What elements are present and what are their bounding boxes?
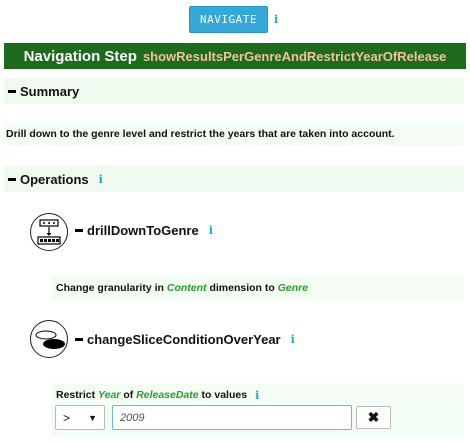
dimension-name: ReleaseDate: [136, 389, 199, 401]
remove-value-button[interactable]: ✖: [356, 406, 391, 429]
desc-text: to values: [198, 389, 248, 401]
navigate-button[interactable]: NAVIGATE: [189, 6, 268, 33]
value-input-text: 2009: [120, 411, 145, 424]
step-name: showResultsPerGenreAndRestrictYearOfRele…: [142, 48, 447, 64]
level-name: Genre: [277, 282, 309, 294]
operations-label: Operations: [20, 171, 89, 187]
desc-text: dimension to: [206, 282, 278, 294]
operation-name: drillDownToGenre: [87, 223, 199, 238]
level-name: Year: [98, 389, 121, 401]
summary-text: Drill down to the genre level and restri…: [4, 122, 464, 146]
operation-drill-down-header[interactable]: drillDownToGenre i: [75, 223, 213, 238]
operator-select[interactable]: > ▼: [55, 405, 105, 430]
info-icon[interactable]: i: [274, 13, 278, 26]
close-icon: ✖: [367, 409, 380, 425]
info-icon[interactable]: i: [255, 389, 259, 402]
operation-name: changeSliceConditionOverYear: [87, 332, 281, 347]
navigation-step-title: Navigation Step showResultsPerGenreAndRe…: [4, 43, 466, 69]
summary-section-header[interactable]: Summary: [4, 78, 464, 104]
info-icon[interactable]: i: [99, 173, 103, 186]
slice-condition-icon: [30, 320, 68, 358]
collapse-icon[interactable]: [8, 89, 16, 93]
dimension-name: Content: [166, 282, 207, 294]
collapse-icon[interactable]: [75, 229, 83, 232]
drill-down-icon: [30, 213, 68, 251]
desc-text: of: [120, 389, 137, 401]
desc-text: Restrict: [56, 389, 99, 401]
summary-label: Summary: [20, 83, 80, 99]
title-prefix: Navigation Step: [23, 47, 137, 65]
operation-slice-header[interactable]: changeSliceConditionOverYear i: [75, 332, 295, 347]
info-icon[interactable]: i: [209, 224, 213, 237]
operator-value: >: [63, 410, 71, 425]
info-icon[interactable]: i: [291, 333, 295, 346]
collapse-icon[interactable]: [8, 177, 16, 181]
desc-text: Change granularity in: [56, 282, 167, 294]
value-input[interactable]: 2009: [112, 405, 352, 430]
operations-section-header[interactable]: Operations i: [4, 166, 464, 192]
dropdown-arrow-icon: ▼: [88, 412, 97, 423]
operation-drill-down-description: Change granularity in Content dimension …: [52, 276, 464, 300]
collapse-icon[interactable]: [75, 338, 83, 341]
